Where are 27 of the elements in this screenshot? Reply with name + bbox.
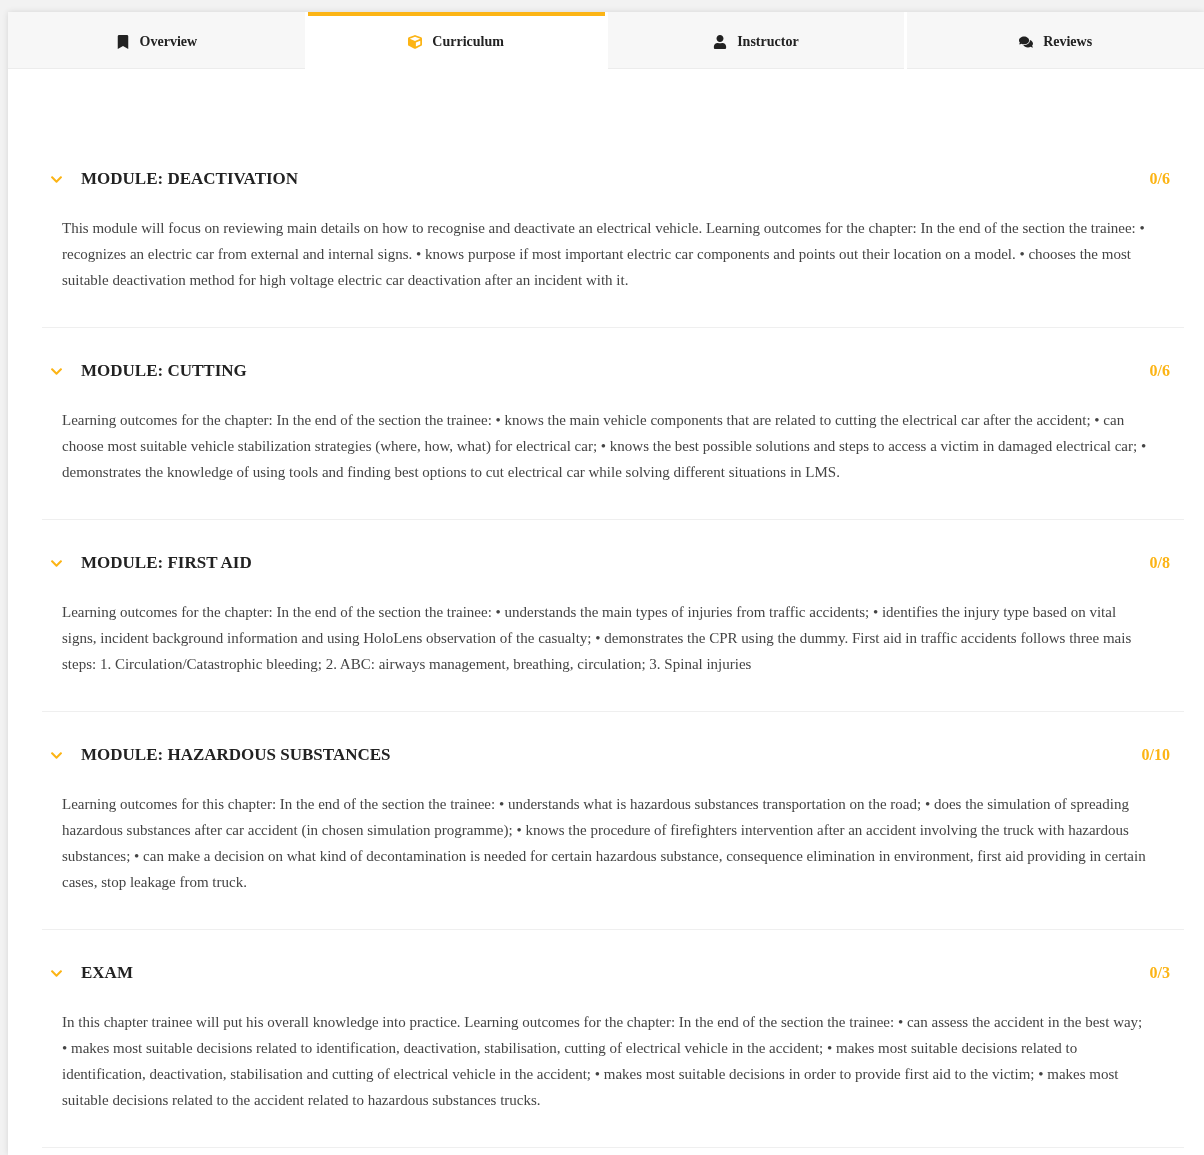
module-description: Learning outcomes for the chapter: In the end of the section the trainee: • knows the main vehicle components that are related to cutting the electrical car after the accident; • can choose most suitable vehicle stabilization strategies (where, how, what) for electrical car; • knows the best possible solutions and steps to access a victim in damaged electrical car; • demonstrates the knowledge of using tools and finding best options to cut electrical car while solving different situations in LMS.: [62, 411, 1148, 482]
progress-count: 0/3: [1149, 964, 1170, 982]
module-header[interactable]: MODULE: DEACTIVATION 0/6: [42, 159, 1184, 199]
module-title: MODULE: FIRST AID: [81, 553, 253, 573]
module-header[interactable]: MODULE: FIRST AID 0/8: [42, 543, 1184, 583]
module-header[interactable]: EXAM 0/3: [42, 953, 1184, 993]
module-title: MODULE: CUTTING: [81, 361, 248, 381]
user-icon: [713, 35, 728, 49]
progress-count: 0/6: [1149, 362, 1170, 380]
tab[interactable]: Reviews: [907, 12, 1204, 69]
progress-count: 0/8: [1149, 554, 1170, 572]
module-title: MODULE: HAZARDOUS SUBSTANCES: [81, 745, 392, 765]
cube-icon: [408, 35, 423, 49]
module-description: Learning outcomes for this chapter: In the end of the section the trainee: • understands what is hazardous substances transportation on the road; • does the simulation of spreading hazardous substances after car accident (in chosen simulation programme); • knows the procedure of firefighters intervention after an accident involving the truck with hazardous substances; • can make a decision on what kind of decontamination is needed for certain hazardous substance, consequence elimination in environment, first aid providing in certain cases, stop leakage from truck.: [62, 795, 1147, 892]
progress-count: 0/10: [1141, 746, 1170, 764]
module-header[interactable]: MODULE: HAZARDOUS SUBSTANCES 0/10: [42, 735, 1184, 775]
module-description: In this chapter trainee will put his overall knowledge into practice. Learning outcomes for the chapter: In the end of the section the trainee: • can assess the accident in the best way; • makes most suitable decisions related to identification, deactivation, stabilisation, cutting of electrical vehicle in the accident; • makes most suitable decisions related to identification, deactivation, stabilisation and cutting of electrical vehicle in the accident; • makes most suitable decisions in order to provide first aid to the victim; • makes most suitable decisions related to the accident related to hazardous substances trucks.: [62, 1013, 1144, 1110]
module-header[interactable]: MODULE: CUTTING 0/6: [42, 351, 1184, 391]
tab[interactable]: Overview: [8, 12, 305, 69]
chat-icon: [1019, 35, 1034, 49]
bookmark-icon: [115, 35, 130, 49]
module-title: EXAM: [81, 963, 134, 983]
module-description: Learning outcomes for the chapter: In the end of the section the trainee: • understands the main types of injuries from traffic accidents; • identifies the injury type based on vital signs, incident background information and using HoloLens observation of the casualty; • demonstrates the CPR using the dummy. First aid in traffic accidents follows three mais steps: 1. Circulation/Catastrophic bleeding; 2. ABC: airways management, breathing, circulation; 3. Spinal injuries: [62, 603, 1133, 674]
progress-count: 0/6: [1149, 170, 1170, 188]
module-title: MODULE: DEACTIVATION: [81, 169, 300, 189]
tab[interactable]: Instructor: [607, 12, 905, 69]
module-description: This module will focus on reviewing main details on how to recognise and deactivate an electrical vehicle. Learning outcomes for the chapter: In the end of the section the trainee: • recognizes an electric car from external and internal signs. • knows purpose if most important electric car components and points out their location on a model. • chooses the most suitable deactivation method for high voltage electric car deactivation after an incident with it.: [62, 219, 1146, 290]
